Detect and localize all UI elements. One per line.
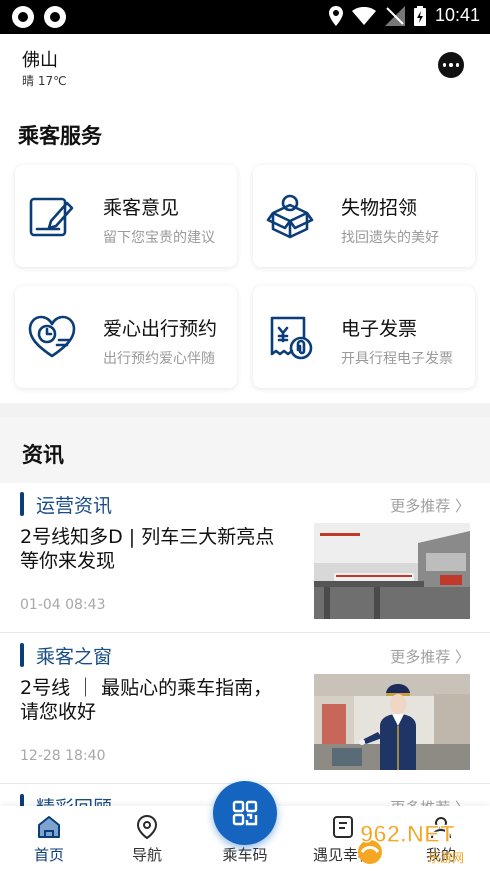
category-marker bbox=[20, 643, 24, 667]
sync-icon bbox=[44, 6, 66, 28]
category-marker bbox=[20, 492, 24, 516]
news-item[interactable]: 运营资讯 更多推荐 〉 2号线知多D | 列车三大新亮点等你来发现 01-04 … bbox=[0, 483, 490, 633]
heart-clock-icon bbox=[28, 315, 76, 358]
sync-icon bbox=[12, 6, 34, 28]
news-thumbnail bbox=[314, 674, 470, 770]
status-bar: 10:41 bbox=[0, 0, 490, 34]
more-label: 更多推荐 bbox=[390, 648, 451, 666]
more-recommend-link[interactable]: 更多推荐 〉 bbox=[390, 646, 470, 667]
news-thumbnail bbox=[314, 523, 470, 619]
qr-code-icon bbox=[232, 800, 258, 826]
card-title: 电子发票 bbox=[341, 318, 418, 340]
home-icon bbox=[38, 816, 60, 838]
card-title: 失物招领 bbox=[341, 197, 418, 219]
feedback-icon bbox=[29, 197, 74, 237]
invoice-icon bbox=[270, 316, 313, 360]
card-subtitle: 找回遗失的美好 bbox=[341, 230, 439, 246]
news-item[interactable]: 乘客之窗 更多推荐 〉 2号线 ｜ 最贴心的乘车指南，请您收好 12-28 18… bbox=[0, 634, 490, 784]
message-button[interactable] bbox=[438, 52, 464, 78]
news-time: 12-28 18:40 bbox=[20, 748, 106, 764]
news-section-title: 资讯 bbox=[22, 443, 64, 467]
news-title: 2号线 ｜ 最贴心的乘车指南，请您收好 bbox=[20, 677, 273, 723]
chevron-right-icon: 〉 bbox=[454, 648, 470, 666]
weather-text: 晴 17℃ bbox=[22, 74, 67, 88]
tab-label: 乘车码 bbox=[222, 846, 268, 864]
watermark-text: 962.NET bbox=[360, 821, 455, 848]
dot bbox=[442, 63, 447, 67]
service-card-lost-found[interactable]: 失物招领 找回遗失的美好 bbox=[253, 165, 475, 267]
clock: 10:41 bbox=[434, 5, 480, 25]
service-card-care-booking[interactable]: 爱心出行预约 出行预约爱心伴随 bbox=[15, 286, 237, 388]
tab-label: 导航 bbox=[131, 846, 162, 864]
card-subtitle: 留下您宝贵的建议 bbox=[103, 230, 215, 246]
chevron-right-icon: 〉 bbox=[454, 497, 470, 515]
watermark-subtext: 乐游网 bbox=[428, 851, 464, 865]
more-recommend-link[interactable]: 更多推荐 〉 bbox=[390, 495, 470, 516]
tab-navigation[interactable]: 导航 bbox=[98, 806, 196, 871]
card-title: 乘客意见 bbox=[103, 197, 180, 219]
news-category: 运营资讯 bbox=[36, 495, 113, 517]
dot bbox=[449, 63, 453, 67]
card-title: 爱心出行预约 bbox=[103, 318, 218, 340]
city-selector[interactable]: 佛山 bbox=[22, 46, 58, 72]
site-watermark: 962.NET 乐游网 bbox=[356, 818, 486, 868]
dot bbox=[455, 63, 460, 67]
news-section-header: 资讯 bbox=[0, 417, 490, 483]
no-signal-icon bbox=[384, 5, 405, 26]
battery-icon bbox=[413, 5, 426, 26]
lost-found-icon bbox=[266, 194, 314, 239]
notebook-icon bbox=[333, 816, 353, 838]
ride-code-button[interactable] bbox=[213, 781, 277, 845]
card-subtitle: 开具行程电子发票 bbox=[341, 351, 453, 367]
tab-label: 首页 bbox=[33, 846, 64, 864]
location-icon bbox=[136, 814, 158, 840]
service-card-e-invoice[interactable]: 电子发票 开具行程电子发票 bbox=[253, 286, 475, 388]
news-time: 01-04 08:43 bbox=[20, 597, 106, 613]
news-title: 2号线知多D | 列车三大新亮点等你来发现 bbox=[20, 526, 275, 572]
card-subtitle: 出行预约爱心伴随 bbox=[103, 351, 215, 367]
section-divider bbox=[0, 403, 490, 417]
news-category: 乘客之窗 bbox=[36, 646, 113, 668]
wifi-icon bbox=[351, 6, 376, 25]
app-header: 佛山 晴 17℃ bbox=[0, 34, 490, 104]
service-card-feedback[interactable]: 乘客意见 留下您宝贵的建议 bbox=[15, 165, 237, 267]
service-section-title: 乘客服务 bbox=[18, 124, 102, 148]
more-label: 更多推荐 bbox=[390, 497, 451, 515]
tab-home[interactable]: 首页 bbox=[0, 806, 98, 871]
location-pin-icon bbox=[328, 5, 343, 26]
